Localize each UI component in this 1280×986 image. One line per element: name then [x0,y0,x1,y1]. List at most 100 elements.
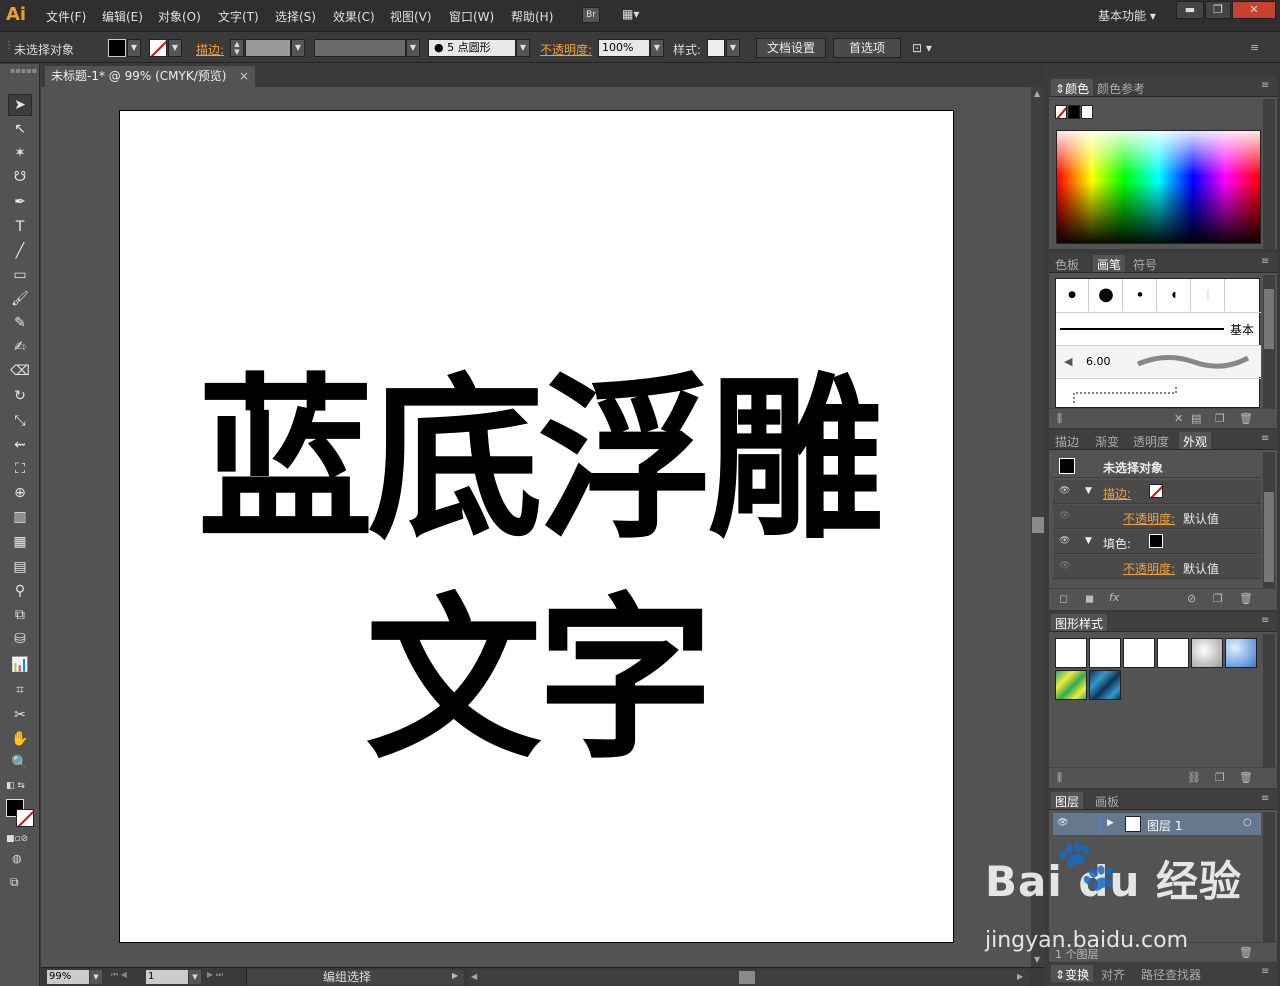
layer-target-icon[interactable]: ○ [1243,817,1252,828]
menu-type[interactable]: 文字(T) [218,8,259,25]
symbol-sprayer-tool-icon[interactable]: ⛁ [8,628,32,650]
tab-graphic-styles[interactable]: 图形样式 [1051,614,1108,631]
color-spectrum[interactable] [1056,130,1261,244]
scroll-up-icon[interactable]: ▲ [1034,89,1040,98]
paintbrush-tool-icon[interactable]: 🖌 [8,288,32,310]
bridge-button[interactable]: Br [582,7,600,23]
color-mode-icons[interactable]: ■▫⊘ [6,834,28,844]
width-tool-icon[interactable]: ⇜ [8,434,32,456]
style-outline-swatch[interactable] [1157,638,1189,668]
delete-layer-icon[interactable]: 🗑 [1239,946,1253,959]
brush-calligraphic[interactable]: ◖ [1158,279,1191,311]
arrange-documents-icon[interactable]: ▦▾ [622,7,650,23]
brush-dot-tiny[interactable]: ● [1124,279,1157,311]
brush-bristle-row[interactable]: ◀ 6.00 [1056,345,1261,377]
restore-button[interactable]: ❐ [1205,1,1231,19]
visibility-eye-icon[interactable]: 👁 [1059,511,1070,521]
scale-tool-icon[interactable]: ⤡ [8,410,32,432]
tab-brushes[interactable]: 画笔 [1093,255,1126,272]
brush-scrollbar[interactable] [1263,275,1275,408]
delete-style-icon[interactable]: 🗑 [1239,771,1253,784]
add-effect-icon[interactable]: fx [1109,591,1119,604]
add-fill-icon[interactable]: ◼ [1085,592,1094,605]
clear-appearance-icon[interactable]: ⊘ [1187,592,1196,605]
selection-tool-icon[interactable]: ➤ [8,94,32,116]
opacity-field[interactable]: 100% [598,39,650,57]
layers-scrollbar[interactable] [1263,812,1275,942]
none-color-icon[interactable] [1055,105,1067,119]
brush-dropdown[interactable]: ▼ [516,39,530,57]
brush-pattern-row[interactable] [1056,378,1261,408]
opacity-label[interactable]: 不透明度: [540,41,592,58]
style-swatch[interactable] [707,39,725,57]
menu-effect[interactable]: 效果(C) [333,8,375,25]
stroke-label[interactable]: 描边: [196,41,224,58]
close-tab-icon[interactable]: × [239,66,249,86]
tab-align[interactable]: 对齐 [1101,966,1125,983]
workspace-switcher[interactable]: 基本功能 ▾ [1098,7,1156,24]
zoom-tool-icon[interactable]: 🔍 [8,752,32,774]
add-stroke-icon[interactable]: ◻ [1059,592,1068,605]
column-graph-tool-icon[interactable]: 📊 [8,654,32,676]
document-setup-button[interactable]: 文档设置 [756,38,826,58]
canvas-horizontal-scrollbar[interactable]: ◀ ▶ [469,970,1029,985]
fill-attr-label[interactable]: 填色: [1103,535,1131,552]
stroke-weight-field[interactable] [245,39,291,57]
artboard-number-field[interactable]: 1 [146,970,188,984]
style-none-swatch[interactable] [1089,638,1121,668]
visibility-eye-icon[interactable]: 👁 [1059,561,1070,571]
gradient-tool-icon[interactable]: ▤ [8,556,32,578]
menu-edit[interactable]: 编辑(E) [102,8,143,25]
delete-brush-icon[interactable]: 🗑 [1239,412,1253,425]
new-brush-icon[interactable]: ❐ [1215,412,1225,425]
direct-selection-tool-icon[interactable]: ↖ [8,118,32,140]
control-menu-icon[interactable]: ≡ [1250,41,1259,54]
menu-select[interactable]: 选择(S) [275,8,316,25]
blend-tool-icon[interactable]: ⧉ [8,604,32,626]
artboard-tool-icon[interactable]: ⌗ [8,679,32,701]
pencil-tool-icon[interactable]: ✎ [8,312,32,334]
layers-menu-icon[interactable]: ≡ [1261,793,1269,804]
document-tab[interactable]: 未标题-1* @ 99% (CMYK/预览) × [45,66,255,87]
stroke-row[interactable]: 👁 ▼ 描边: [1053,480,1261,504]
brush-scroll-thumb[interactable] [1264,289,1274,349]
brush-libraries-icon[interactable]: ⫼ [1057,412,1062,426]
expand-triangle-icon[interactable]: ▼ [1085,486,1092,496]
tab-color-guide[interactable]: 颜色参考 [1097,80,1145,97]
appearance-menu-icon[interactable]: ≡ [1261,433,1269,444]
mesh-tool-icon[interactable]: ▦ [8,531,32,553]
profile-dropdown[interactable]: ▼ [406,39,420,57]
preferences-button[interactable]: 首选项 [833,38,901,58]
scroll-down-icon[interactable]: ▼ [1034,955,1040,964]
brush-definition[interactable]: ● 5 点圆形 [428,39,516,57]
slice-tool-icon[interactable]: ✂ [8,704,32,726]
screen-mode-icon[interactable]: ⧉ [10,875,19,890]
eyedropper-tool-icon[interactable]: ⚲ [8,580,32,602]
menu-object[interactable]: 对象(O) [158,8,201,25]
appearance-scroll-thumb[interactable] [1264,492,1274,582]
stroke-weight-dropdown[interactable]: ▼ [291,39,305,57]
style-blue-pattern-swatch[interactable] [1089,670,1121,700]
fill-attr-swatch[interactable] [1149,534,1163,548]
hand-tool-icon[interactable]: ✋ [8,728,32,750]
style-blue-gradient-swatch[interactable] [1225,638,1257,668]
arrange-icon[interactable]: ⊡ ▾ [912,41,932,55]
tab-appearance[interactable]: 外观 [1179,432,1212,449]
graphic-styles-scrollbar[interactable] [1263,634,1275,767]
scroll-right-icon[interactable]: ▶ [1017,972,1023,981]
duplicate-item-icon[interactable]: ❐ [1213,592,1223,605]
last-artboard-icon[interactable]: ▶ ⏭ [207,970,223,980]
canvas-vertical-scrollbar[interactable]: ▲ ▼ [1031,87,1045,967]
tab-transform[interactable]: ⇕变换 [1051,965,1094,982]
lasso-tool-icon[interactable]: ☋ [8,166,32,188]
fill-opacity-label[interactable]: 不透明度: [1123,560,1175,577]
status-mode[interactable]: 编组选择 [246,970,464,985]
white-color-icon[interactable] [1081,105,1093,119]
status-menu-arrow-icon[interactable]: ▶ [452,971,458,980]
tab-gradient[interactable]: 渐变 [1095,433,1119,450]
brush-dot-small[interactable]: ● [1056,279,1089,311]
layer-expand-icon[interactable]: ▶ [1107,818,1114,828]
shape-builder-tool-icon[interactable]: ⊕ [8,482,32,504]
text-object-line2[interactable]: 文字 [120,581,955,781]
visibility-eye-icon[interactable]: 👁 [1059,486,1070,496]
